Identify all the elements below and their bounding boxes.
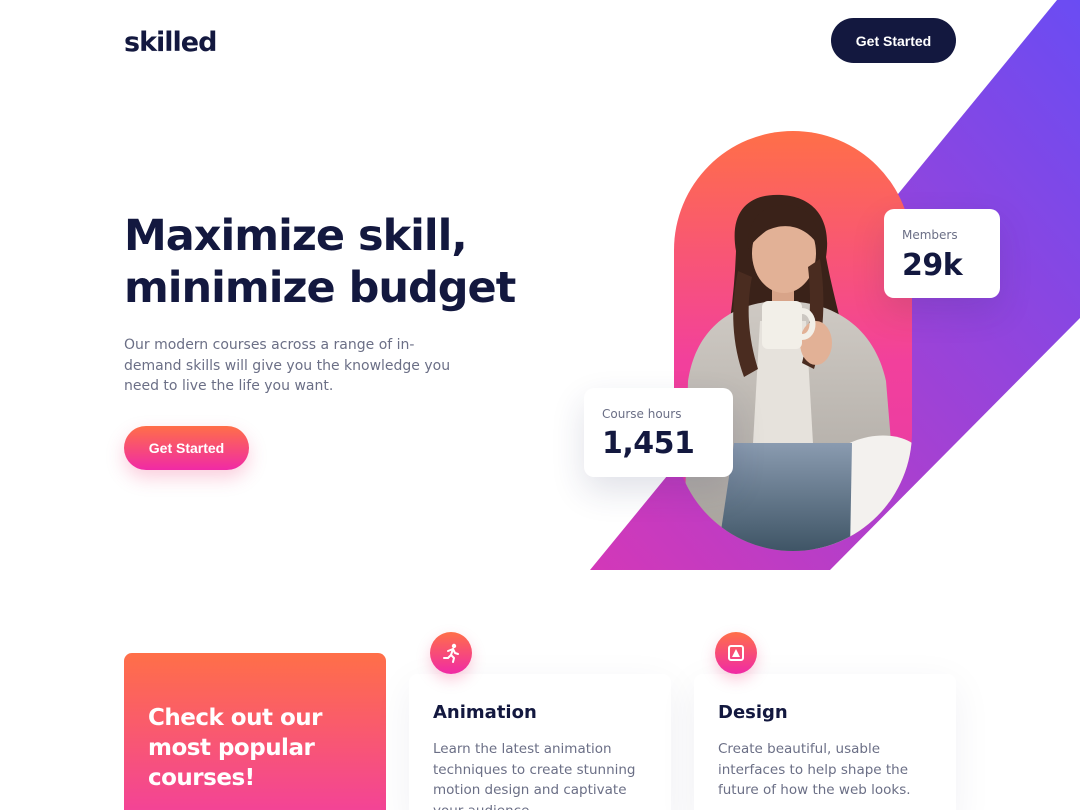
logo[interactable]: skilled (124, 27, 217, 58)
design-icon (715, 632, 757, 674)
hero-photo (674, 131, 912, 551)
header-get-started-button[interactable]: Get Started (831, 18, 956, 63)
course-card-design[interactable]: Design Create beautiful, usable interfac… (694, 674, 956, 810)
hero-title-line-1: Maximize skill, (124, 211, 468, 261)
hero-title-line-2: minimize budget (124, 263, 516, 313)
members-value: 29k (902, 248, 963, 283)
members-stat-card: Members 29k (884, 209, 1000, 298)
course-card-animation[interactable]: Animation Learn the latest animation tec… (409, 674, 671, 810)
popular-courses-promo-card[interactable]: Check out our most popular courses! (124, 653, 386, 810)
course-description: Create beautiful, usable interfaces to h… (718, 741, 911, 798)
woman-with-mug-illustration (684, 194, 912, 551)
course-title: Animation (433, 702, 537, 723)
members-label: Members (902, 228, 958, 242)
course-hours-value: 1,451 (602, 426, 695, 461)
running-person-icon (430, 632, 472, 674)
promo-title: Check out our most popular courses! (148, 705, 323, 791)
hero-get-started-button[interactable]: Get Started (124, 426, 249, 470)
course-title: Design (718, 702, 788, 723)
hero-title: Maximize skill, minimize budget (124, 210, 564, 314)
course-hours-stat-card: Course hours 1,451 (584, 388, 733, 477)
course-hours-label: Course hours (602, 407, 682, 421)
course-description: Learn the latest animation techniques to… (433, 741, 636, 810)
hero-description: Our modern courses across a range of in-… (124, 337, 451, 394)
